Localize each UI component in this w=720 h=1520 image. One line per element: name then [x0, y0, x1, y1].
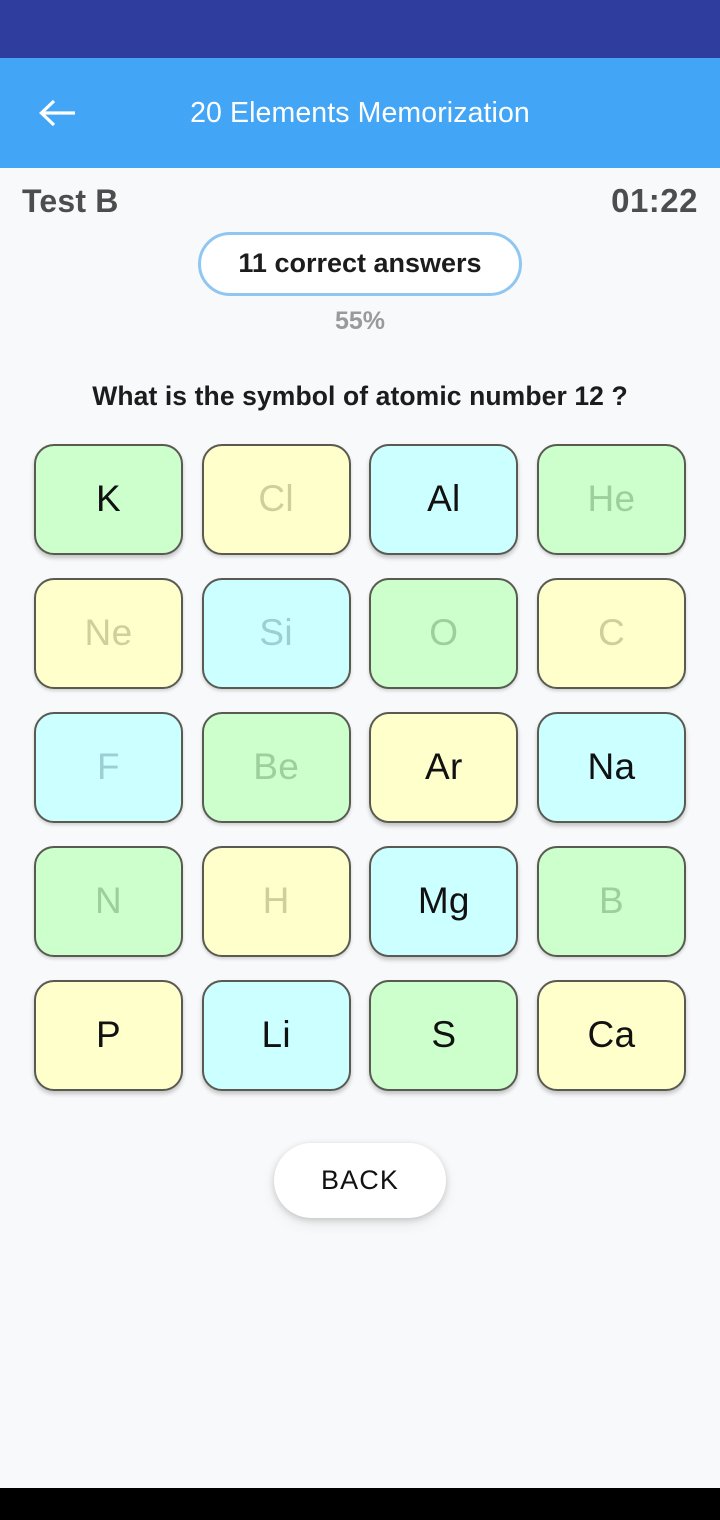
footer-actions: BACK	[0, 1142, 720, 1218]
question-text: What is the symbol of atomic number 12 ?	[92, 380, 628, 411]
app-bar: 20 Elements Memorization	[0, 58, 720, 168]
element-tile-he: He	[536, 443, 686, 555]
content-area: Test B 01:22 11 correct answers 55% What…	[0, 168, 720, 1520]
arrow-left-icon	[39, 98, 79, 128]
element-tile-mg[interactable]: Mg	[369, 845, 519, 957]
element-tile-na[interactable]: Na	[536, 711, 686, 823]
element-tile-p[interactable]: P	[34, 979, 183, 1091]
status-bar	[0, 0, 720, 58]
element-tile-f: F	[34, 711, 183, 823]
element-tile-si: Si	[201, 577, 351, 689]
correct-answers-badge[interactable]: 11 correct answers	[198, 232, 522, 296]
element-tile-ne: Ne	[34, 577, 183, 689]
test-name-label: Test B	[22, 182, 119, 219]
score-section: 11 correct answers	[0, 232, 720, 296]
element-tile-ca[interactable]: Ca	[536, 979, 686, 1091]
element-tile-grid: K Cl Al He Ne Si O C F Be Ar Na N H Mg B P Li S Ca	[0, 443, 720, 1091]
app-screen: 20 Elements Memorization Test B 01:22 11…	[0, 0, 720, 1520]
element-tile-be: Be	[201, 711, 351, 823]
element-tile-li[interactable]: Li	[201, 979, 351, 1091]
element-tile-cl: Cl	[201, 443, 351, 555]
back-arrow-button[interactable]	[30, 84, 88, 142]
element-tile-o: O	[369, 577, 519, 689]
element-tile-ar[interactable]: Ar	[369, 711, 519, 823]
element-tile-al[interactable]: Al	[369, 443, 519, 555]
test-header: Test B 01:22	[0, 168, 720, 220]
element-tile-h: H	[201, 845, 351, 957]
element-tile-s[interactable]: S	[369, 979, 519, 1091]
back-button[interactable]: BACK	[274, 1142, 446, 1218]
countdown-timer: 01:22	[611, 182, 698, 219]
app-bar-title: 20 Elements Memorization	[190, 96, 530, 129]
element-tile-n: N	[34, 845, 183, 957]
score-percent-label: 55%	[334, 306, 386, 335]
element-tile-b: B	[536, 845, 686, 957]
element-tile-c: C	[536, 577, 686, 689]
element-tile-k[interactable]: K	[34, 443, 183, 555]
system-navigation-bar	[0, 1488, 720, 1520]
